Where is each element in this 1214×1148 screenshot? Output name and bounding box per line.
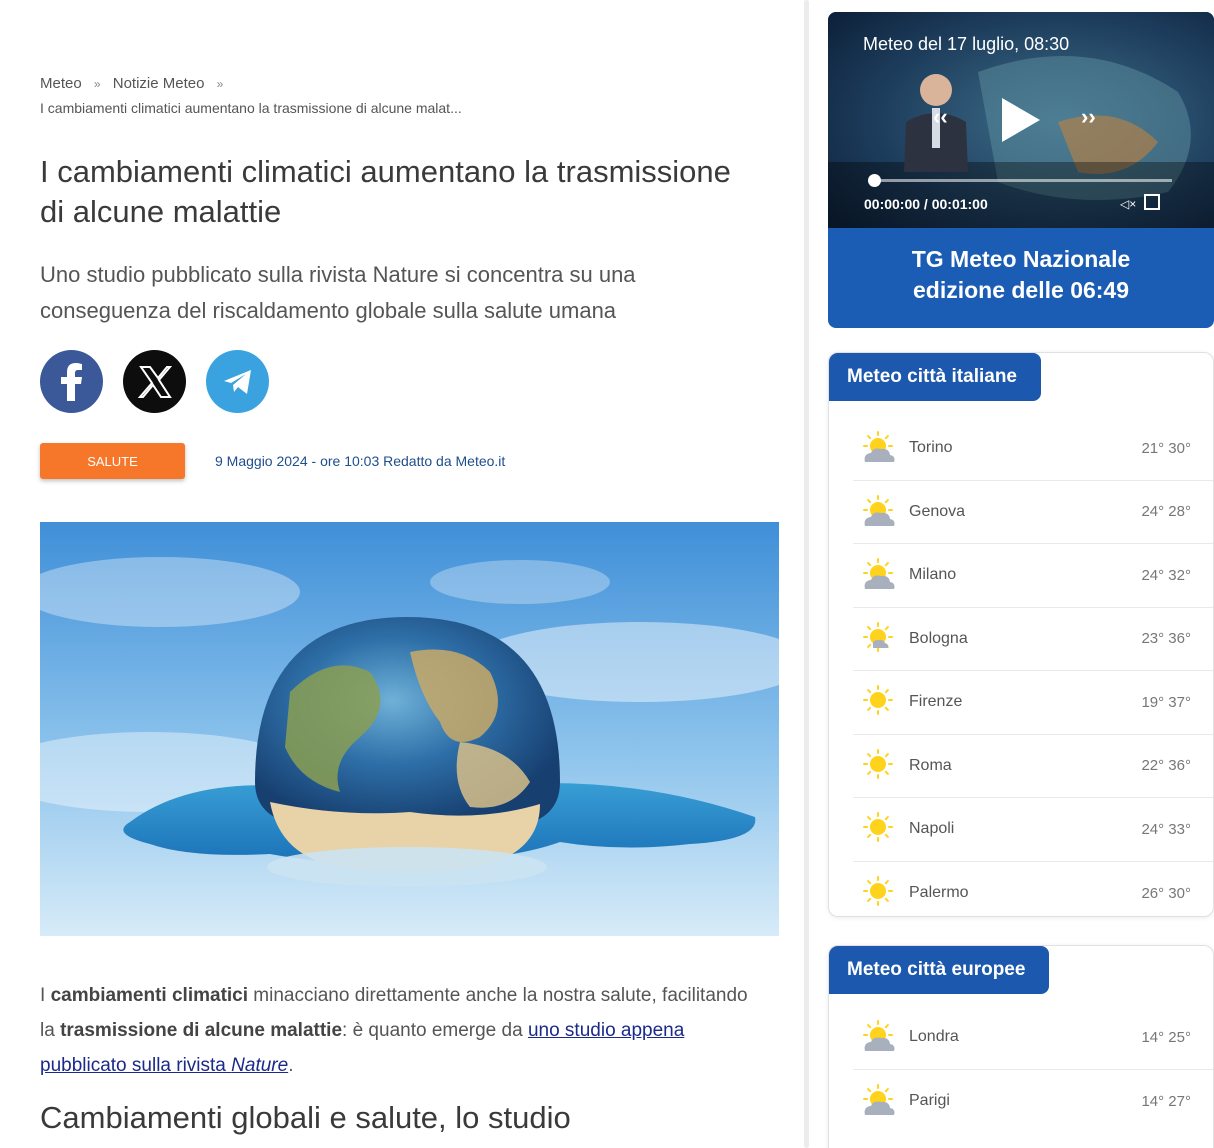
sun-cloud-icon	[859, 429, 897, 467]
article-meta: SALUTE 9 Maggio 2024 - ore 10:03 Redatto…	[40, 443, 505, 479]
italian-cities-card: Meteo città italiane Torino 21° 30° Genova…	[828, 352, 1214, 917]
city-name: Parigi	[909, 1092, 950, 1110]
forward-icon[interactable]: ››	[1081, 104, 1096, 130]
video-caption-line1: TG Meteo Nazionale	[911, 246, 1131, 272]
city-name: Bologna	[909, 629, 968, 647]
city-name: Napoli	[909, 820, 955, 838]
city-name: Genova	[909, 502, 966, 520]
category-tag[interactable]: SALUTE	[40, 443, 185, 479]
sun-cloud-icon	[859, 1082, 897, 1120]
city-row[interactable]: Torino 21° 30°	[853, 417, 1213, 481]
article-title: I cambiamenti climatici aumentano la tra…	[40, 154, 731, 229]
sun-cloud-icon	[859, 493, 897, 531]
x-share-button[interactable]	[123, 350, 186, 413]
mute-icon[interactable]: ◁×	[1120, 197, 1136, 211]
fullscreen-icon[interactable]	[1144, 194, 1160, 210]
sun-icon	[859, 683, 897, 721]
breadcrumb-meteo[interactable]: Meteo	[40, 75, 82, 92]
city-row[interactable]: Milano 24° 32°	[853, 544, 1213, 608]
city-temperatures: 21° 30°	[1141, 439, 1191, 457]
video-controls: ‹‹ ›› 00:00:00 / 00:01:00 ◁×	[828, 12, 1214, 228]
city-temperatures: 14° 27°	[1141, 1092, 1191, 1110]
article-dateline: 9 Maggio 2024 - ore 10:03 Redatto da Met…	[215, 453, 506, 469]
city-name: Torino	[909, 439, 953, 457]
european-cities-list: Londra 14° 25° Parigi 14° 27°	[853, 1006, 1213, 1134]
city-temperatures: 14° 25°	[1141, 1028, 1191, 1046]
city-name: Roma	[909, 756, 952, 774]
sun-icon	[859, 810, 897, 848]
share-buttons	[40, 350, 269, 413]
breadcrumb-current: I cambiamenti climatici aumentano la tra…	[40, 100, 462, 116]
italian-cities-list: Torino 21° 30° Genova 24° 28° Milano 24° 32° B…	[853, 417, 1213, 917]
bold-text: trasmissione di alcune malattie	[60, 1020, 343, 1041]
italian-cities-title[interactable]: Meteo città italiane	[829, 353, 1041, 401]
progress-bar[interactable]	[872, 179, 1172, 182]
city-row[interactable]: Roma 22° 36°	[853, 735, 1213, 798]
sun-cloud-icon	[859, 1018, 897, 1056]
facebook-icon	[60, 362, 82, 401]
city-row[interactable]: Genova 24° 28°	[853, 481, 1213, 544]
european-cities-title[interactable]: Meteo città europee	[829, 946, 1050, 994]
facebook-share-button[interactable]	[40, 350, 103, 413]
city-row[interactable]: Napoli 24° 33°	[853, 798, 1213, 862]
city-temperatures: 24° 33°	[1141, 820, 1191, 838]
city-row[interactable]: Palermo 26° 30°	[853, 862, 1213, 917]
progress-knob[interactable]	[868, 174, 881, 187]
sun-small-cloud-icon	[859, 620, 897, 658]
city-name: Milano	[909, 566, 957, 584]
city-row[interactable]: Firenze 19° 37°	[853, 671, 1213, 735]
city-temperatures: 19° 37°	[1141, 693, 1191, 711]
city-row[interactable]: Bologna 23° 36°	[853, 608, 1213, 671]
video-caption-line2: edizione delle 06:49	[912, 277, 1130, 303]
article-subtitle: Uno studio pubblicato sulla rivista Natu…	[40, 262, 636, 323]
column-divider	[804, 0, 809, 1148]
breadcrumb-separator: »	[93, 77, 101, 91]
video-card: Meteo del 17 luglio, 08:30 ‹‹ ›› 00:00:0…	[828, 12, 1214, 328]
city-row[interactable]: Londra 14° 25°	[853, 1006, 1213, 1070]
telegram-icon	[223, 369, 251, 394]
breadcrumb: Meteo » Notizie Meteo » I cambiamenti cl…	[40, 72, 462, 120]
city-name: Palermo	[909, 884, 969, 902]
city-temperatures: 26° 30°	[1141, 884, 1191, 902]
rewind-icon[interactable]: ‹‹	[933, 104, 948, 130]
city-temperatures: 24° 28°	[1141, 503, 1191, 521]
city-name: Firenze	[909, 693, 963, 711]
study-link-italic: Nature	[231, 1055, 289, 1076]
section-heading: Cambiamenti globali e salute, lo studio	[40, 1100, 571, 1135]
city-name: Londra	[909, 1028, 959, 1046]
sun-icon	[859, 747, 897, 785]
x-icon	[137, 365, 172, 398]
european-cities-card: Meteo città europee Londra 14° 25° Parigi 1…	[828, 945, 1214, 1148]
hero-image-melting-earth	[40, 522, 779, 936]
city-temperatures: 24° 32°	[1141, 566, 1191, 584]
city-row[interactable]: Parigi 14° 27°	[853, 1070, 1213, 1134]
article-paragraph: I cambiamenti climatici minacciano diret…	[40, 978, 760, 1083]
video-caption[interactable]: TG Meteo Nazionale edizione delle 06:49	[828, 244, 1214, 306]
play-icon[interactable]	[998, 96, 1042, 144]
sun-icon	[859, 874, 897, 912]
text: : è quanto emerge da	[342, 1020, 528, 1041]
video-player[interactable]: Meteo del 17 luglio, 08:30 ‹‹ ›› 00:00:0…	[828, 12, 1214, 228]
city-temperatures: 22° 36°	[1141, 757, 1191, 775]
video-timecode: 00:00:00 / 00:01:00	[864, 196, 988, 212]
sun-cloud-icon	[859, 556, 897, 594]
breadcrumb-separator: »	[216, 77, 224, 91]
breadcrumb-notizie-meteo[interactable]: Notizie Meteo	[113, 75, 205, 92]
text: .	[288, 1055, 294, 1076]
bold-text: cambiamenti climatici	[50, 985, 249, 1006]
telegram-share-button[interactable]	[206, 350, 269, 413]
text: I	[40, 985, 51, 1006]
city-temperatures: 23° 36°	[1141, 630, 1191, 648]
